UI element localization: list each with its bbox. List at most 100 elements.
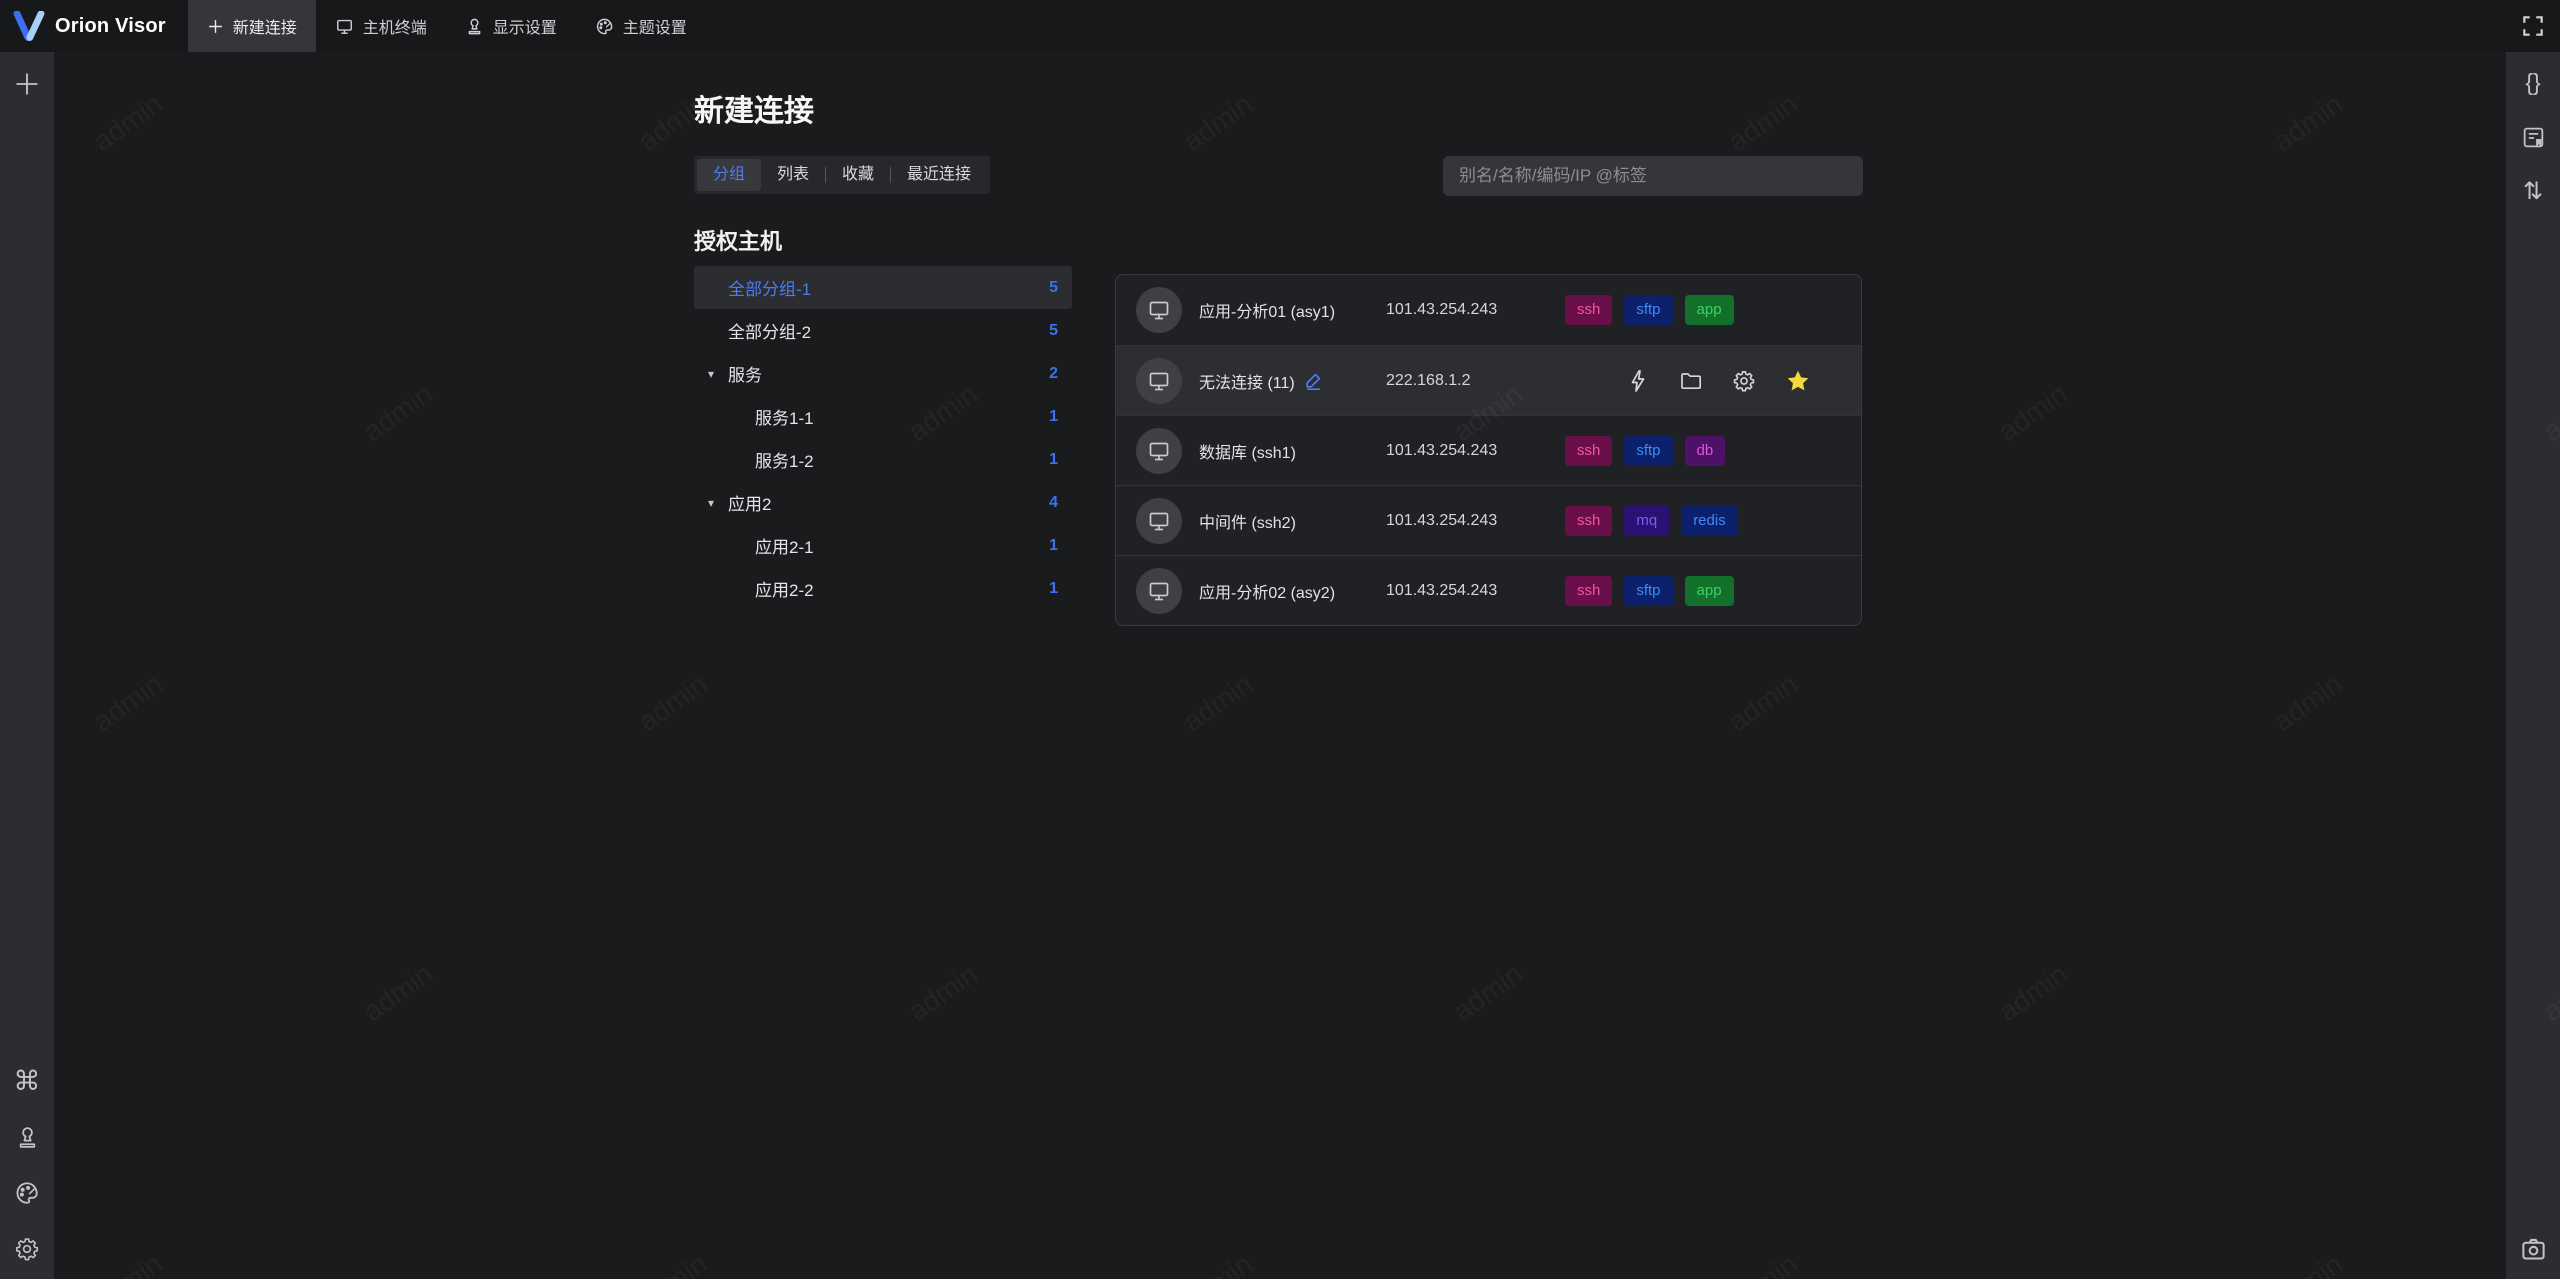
command-icon[interactable]: ⌘ [11, 1065, 43, 1097]
star-icon[interactable] [1785, 368, 1811, 394]
monitor-icon [1149, 372, 1169, 390]
host-name: 数据库 (ssh1) [1199, 444, 1296, 462]
plus-icon [208, 19, 222, 33]
host-tags: ssh sftp app [1565, 575, 1734, 606]
tree-item[interactable]: ▾ 应用2-2 1 [694, 567, 1072, 610]
tree-item[interactable]: ▾ 服务1-2 1 [694, 438, 1072, 481]
right-sidebar: {} ⇅ [2506, 52, 2560, 1279]
page-title: 新建连接 [694, 95, 814, 128]
tree-item-label: 全部分组-1 [728, 280, 812, 299]
tab-label: 主机终端 [362, 20, 427, 37]
edit-pencil-icon[interactable] [1304, 371, 1323, 390]
view-tab-recent[interactable]: 最近连接 [891, 159, 987, 191]
gear-icon [1733, 370, 1755, 391]
host-avatar [1136, 497, 1182, 544]
host-row[interactable]: 应用-分析01 (asy1) 101.43.254.243 ssh sftp app [1116, 275, 1861, 345]
tree-item[interactable]: ▾ 服务1-1 1 [694, 395, 1072, 438]
gear-icon[interactable] [11, 1233, 43, 1265]
main-content: 新建连接 分组 列表 收藏 最近连接 授权主机 ▾ 全部分组-1 5 ▾ 全部分… [54, 52, 2506, 1279]
tree-item[interactable]: ▾ 应用2-1 1 [694, 524, 1072, 567]
document-bookmark-icon[interactable] [2517, 121, 2549, 153]
host-ip: 101.43.254.243 [1386, 301, 1498, 318]
tab-display-settings[interactable]: 显示设置 [446, 0, 576, 52]
tag-ssh: ssh [1565, 295, 1613, 325]
tab-host-terminal[interactable]: 主机终端 [316, 0, 446, 52]
right-sidebar-bottom [2517, 1233, 2549, 1265]
host-row[interactable]: 无法连接 (11) 222.168.1.2 [1116, 345, 1861, 415]
tree-item-label: 服务1-2 [755, 452, 814, 471]
tab-label: 显示设置 [492, 20, 557, 37]
host-tags: ssh mq redis [1565, 505, 1738, 536]
tree-item-count: 5 [1049, 321, 1058, 339]
host-tags: ssh sftp app [1565, 295, 1734, 325]
folder-icon[interactable] [1679, 369, 1703, 393]
gear-icon[interactable] [1732, 369, 1756, 393]
tab-label: 主题设置 [622, 20, 687, 37]
view-tab-list[interactable]: 列表 [761, 159, 825, 191]
host-name: 中间件 (ssh2) [1199, 514, 1296, 532]
host-name: 无法连接 (11) [1199, 369, 1386, 393]
braces-icon[interactable]: {} [2517, 66, 2549, 98]
host-list: 应用-分析01 (asy1) 101.43.254.243 ssh sftp app… [1115, 274, 1862, 626]
host-avatar [1136, 427, 1182, 474]
tree-item-label: 服务 [728, 366, 762, 385]
add-icon[interactable] [11, 68, 43, 100]
top-tabs: 新建连接 主机终端 显示设置 主题设置 [187, 0, 706, 52]
view-mode-tabs: 分组 列表 收藏 最近连接 [694, 156, 991, 194]
tag-app: app [1684, 295, 1734, 325]
star-icon [1787, 370, 1809, 390]
tab-theme-settings[interactable]: 主题设置 [576, 0, 706, 52]
tag-ssh: ssh [1565, 505, 1613, 536]
tree-item-count: 1 [1049, 450, 1058, 468]
monitor-icon [1149, 582, 1169, 600]
tag-mq: mq [1624, 505, 1670, 536]
host-name: 应用-分析02 (asy2) [1199, 584, 1336, 602]
host-avatar [1136, 287, 1182, 333]
tag-sftp: sftp [1624, 295, 1673, 325]
host-row[interactable]: 中间件 (ssh2) 101.43.254.243 ssh mq redis [1116, 485, 1861, 555]
host-avatar [1136, 357, 1182, 404]
host-actions [1626, 368, 1841, 394]
tree-item-label: 应用2-2 [755, 581, 814, 600]
search-input[interactable] [1459, 166, 1847, 186]
lightning-icon[interactable] [1626, 369, 1650, 393]
stamp-icon [468, 18, 481, 34]
view-tab-favorites[interactable]: 收藏 [826, 159, 890, 191]
host-tags: ssh sftp db [1565, 435, 1726, 466]
tree-item[interactable]: ▾ 全部分组-2 5 [694, 309, 1072, 352]
caret-down-icon[interactable]: ▾ [708, 496, 728, 510]
caret-down-icon[interactable]: ▾ [708, 367, 728, 381]
palette-icon [596, 18, 613, 34]
palette-icon[interactable] [11, 1177, 43, 1209]
host-avatar [1136, 567, 1182, 614]
tag-sftp: sftp [1624, 435, 1673, 466]
view-tab-group[interactable]: 分组 [697, 159, 762, 191]
tree-item-count: 5 [1049, 278, 1058, 296]
host-row[interactable]: 应用-分析02 (asy2) 101.43.254.243 ssh sftp app [1116, 555, 1861, 625]
host-row[interactable]: 数据库 (ssh1) 101.43.254.243 ssh sftp db [1116, 415, 1861, 485]
fullscreen-icon[interactable] [2520, 13, 2546, 39]
tree-item-count: 1 [1049, 536, 1058, 554]
tab-new-connection[interactable]: 新建连接 [187, 0, 316, 52]
left-sidebar: ⌘ [0, 52, 54, 1279]
tag-redis: redis [1681, 505, 1738, 536]
monitor-icon [1149, 512, 1169, 530]
camera-icon[interactable] [2517, 1233, 2549, 1265]
tree-item[interactable]: ▾ 应用2 4 [694, 481, 1072, 524]
stamp-icon[interactable] [11, 1121, 43, 1153]
host-ip: 101.43.254.243 [1386, 511, 1498, 529]
tree-item-label: 全部分组-2 [728, 323, 812, 342]
tree-item-label: 应用2-1 [755, 538, 814, 557]
tag-app: app [1684, 575, 1734, 606]
monitor-icon [1149, 301, 1169, 320]
tree-item[interactable]: ▾ 服务 2 [694, 352, 1072, 395]
tree-item-label: 服务1-1 [755, 409, 814, 428]
monitor-icon [336, 19, 352, 34]
left-sidebar-bottom: ⌘ [11, 1065, 43, 1265]
tag-sftp: sftp [1624, 575, 1673, 606]
sort-icon[interactable]: ⇅ [2517, 176, 2549, 208]
host-name: 应用-分析01 (asy1) [1199, 304, 1336, 321]
tree-item[interactable]: ▾ 全部分组-1 5 [694, 266, 1072, 309]
orion-visor-app: Orion Visor 新建连接 主机终端 显示设置 主题设置 ⌘ {} ⇅ 新… [0, 0, 2560, 1279]
host-ip: 101.43.254.243 [1386, 581, 1498, 599]
